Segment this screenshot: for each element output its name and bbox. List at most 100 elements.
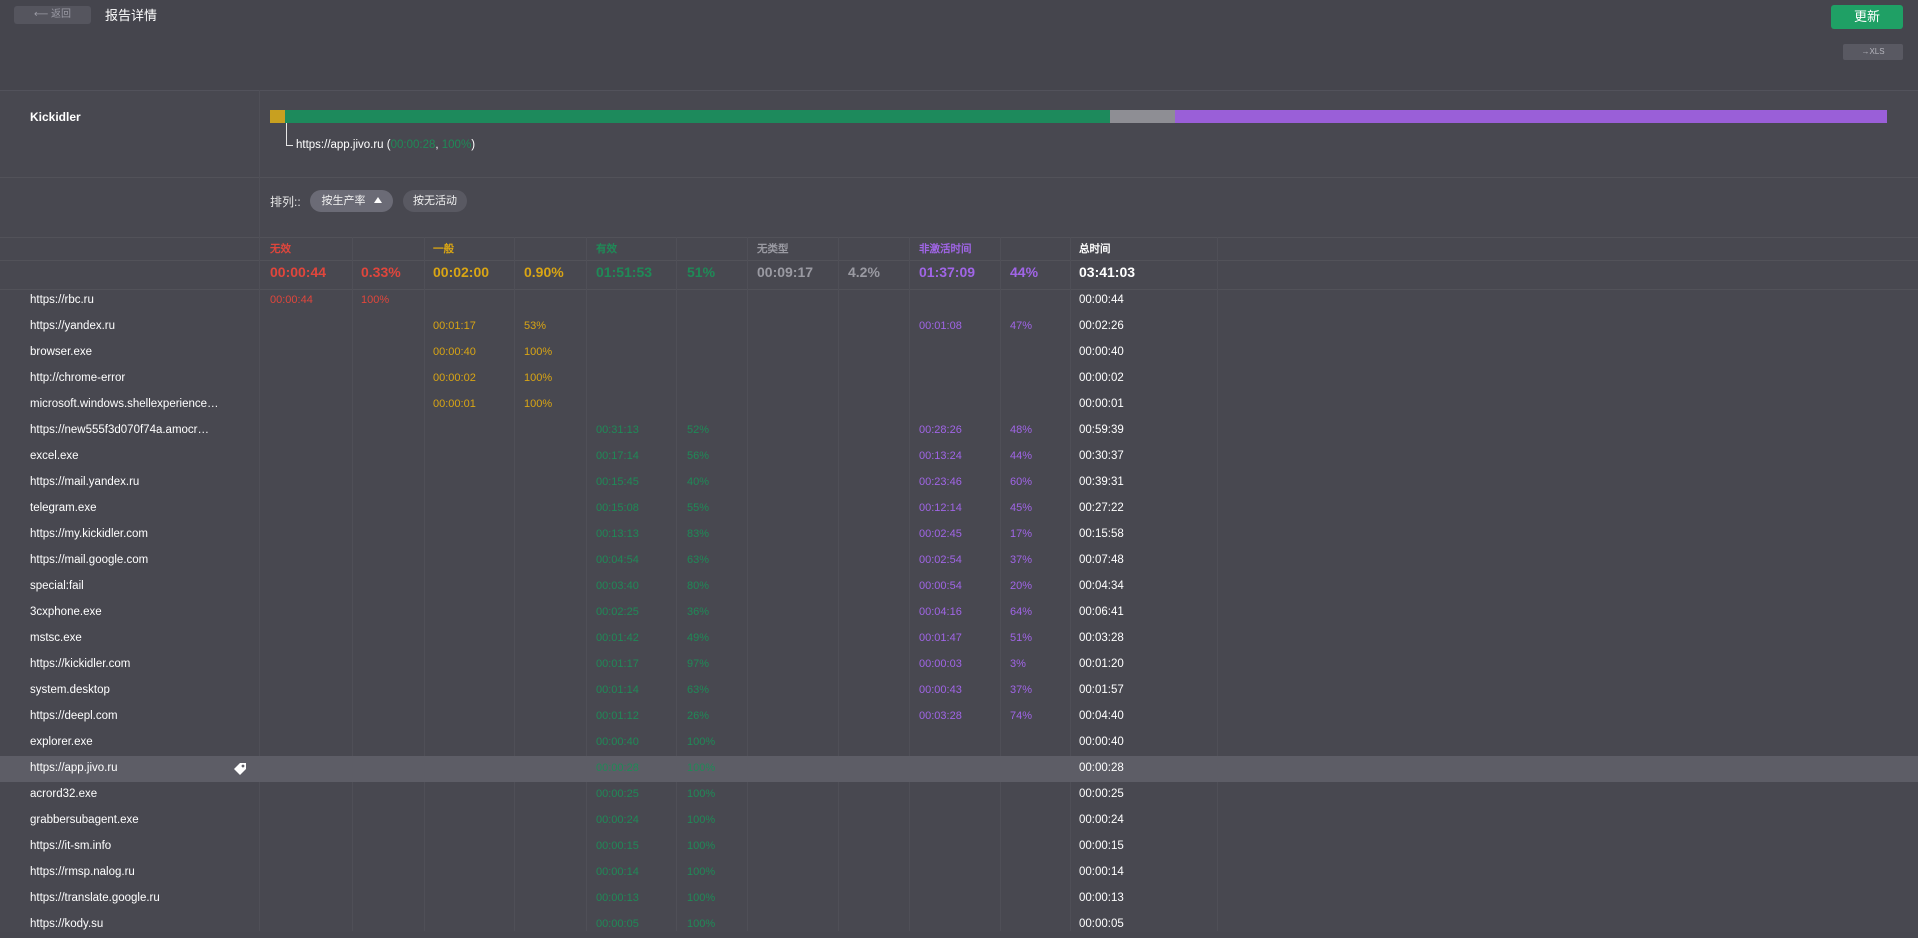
inactive-percent-cell: 37% [1010,554,1033,566]
table-row[interactable]: special:fail 00:03:40 80% 00:00:54 20% 00:04:… [0,574,1918,600]
export-xls-button[interactable]: →XLS [1843,44,1903,60]
productive-time-cell: 00:00:28 [596,762,639,774]
app-name: https://rbc.ru [30,294,94,306]
table-row[interactable]: https://translate.google.ru 00:00:13 100% 0… [0,886,1918,912]
productive-percent-cell: 100% [687,840,716,852]
column-header-unproductive[interactable]: 无效 [270,241,291,256]
inactive-time-cell: 00:28:26 [919,424,962,436]
app-name: mstsc.exe [30,632,82,644]
table-row[interactable]: http://chrome-error 00:00:02 100% 00:00:02 [0,366,1918,392]
total-time-cell: 00:01:57 [1079,684,1124,696]
neutral-time-cell: 00:00:02 [433,372,476,384]
app-name: https://new555f3d070f74a.amocr… [30,424,210,436]
productive-time-cell: 00:00:05 [596,918,639,930]
table-row[interactable]: https://it-sm.info 00:00:15 100% 00:00:15 [0,834,1918,860]
table-row[interactable]: explorer.exe 00:00:40 100% 00:00:40 [0,730,1918,756]
inactive-percent-cell: 37% [1010,684,1033,696]
inactive-percent-cell: 48% [1010,424,1033,436]
productive-time-cell: 00:15:45 [596,476,639,488]
table-row[interactable]: browser.exe 00:00:40 100% 00:00:40 [0,340,1918,366]
table-row[interactable]: https://rmsp.nalog.ru 00:00:14 100% 00:00:1… [0,860,1918,886]
inactive-time-cell: 00:00:54 [919,580,962,592]
table-row[interactable]: mstsc.exe 00:01:42 49% 00:01:47 51% 00:03:28 [0,626,1918,652]
table-row[interactable]: microsoft.windows.shellexperience… 00:00:… [0,392,1918,418]
timeline-caption-pct: 100% [441,139,472,151]
timeline-segment-inactive[interactable] [1174,110,1887,123]
timeline-caption-site: https://app.jivo.ru ( [296,139,391,151]
column-header-uncategorized[interactable]: 无类型 [757,241,789,256]
table-row[interactable]: system.desktop 00:01:14 63% 00:00:43 37% 00:0… [0,678,1918,704]
column-header-inactive[interactable]: 非激活时间 [919,241,972,256]
divider [0,237,1918,238]
table-row[interactable]: grabbersubagent.exe 00:00:24 100% 00:00:24 [0,808,1918,834]
sort-by-inactivity-button[interactable]: 按无活动 [403,190,467,212]
total-time-cell: 00:06:41 [1079,606,1124,618]
productive-percent-cell: 100% [687,892,716,904]
inactive-percent-cell: 51% [1010,632,1033,644]
table-row[interactable]: acrord32.exe 00:00:25 100% 00:00:25 [0,782,1918,808]
inactive-time-cell: 00:13:24 [919,450,962,462]
table-row[interactable]: https://deepl.com 00:01:12 26% 00:03:28 74% 0… [0,704,1918,730]
activity-timeline[interactable] [270,110,1887,123]
neutral-percent-cell: 100% [524,346,553,358]
inactive-percent-cell: 44% [1010,450,1033,462]
productive-time-cell: 00:02:25 [596,606,639,618]
productive-time-cell: 00:13:13 [596,528,639,540]
timeline-segment-unproductive[interactable] [270,110,286,123]
table-row[interactable]: https://yandex.ru 00:01:17 53% 00:01:08 47% 0… [0,314,1918,340]
inactive-percent-cell: 17% [1010,528,1033,540]
app-name: https://kody.su [30,918,104,930]
timeline-caption-time: 00:00:28 [390,139,436,151]
table-row[interactable]: https://kickidler.com 00:01:17 97% 00:00:03… [0,652,1918,678]
inactive-time-cell: 00:03:28 [919,710,962,722]
app-name: https://translate.google.ru [30,892,160,904]
table-row[interactable]: https://app.jivo.ru 00:00:28 100% 00:00:28 [0,756,1918,782]
unproductive-percent-cell: 100% [361,294,390,306]
app-name: https://app.jivo.ru [30,762,118,774]
total-time-cell: 00:04:34 [1079,580,1124,592]
total-time-cell: 00:00:02 [1079,372,1124,384]
tag-icon[interactable] [233,762,247,776]
productive-time-cell: 00:01:12 [596,710,639,722]
productive-percent-cell: 52% [687,424,710,436]
app-name: https://mail.yandex.ru [30,476,140,488]
total-time-cell: 00:02:26 [1079,320,1124,332]
total-time-cell: 00:07:48 [1079,554,1124,566]
refresh-button[interactable]: 更新 [1831,5,1903,29]
timeline-segment-productive[interactable] [285,110,1110,123]
productive-time-cell: 00:00:24 [596,814,639,826]
table-row[interactable]: https://new555f3d070f74a.amocr… 00:31:13 5… [0,418,1918,444]
app-name: https://rmsp.nalog.ru [30,866,135,878]
sort-by-productivity-button[interactable]: 按生产率 [310,190,393,212]
app-name: https://kickidler.com [30,658,131,670]
table-row[interactable]: excel.exe 00:17:14 56% 00:13:24 44% 00:30:37 [0,444,1918,470]
total-time-cell: 00:27:22 [1079,502,1124,514]
table-row[interactable]: https://my.kickidler.com 00:13:13 83% 00:02… [0,522,1918,548]
total-inactive-time: 01:37:09 [919,264,976,280]
app-name: 3cxphone.exe [30,606,102,618]
productive-percent-cell: 55% [687,502,710,514]
column-header-neutral[interactable]: 一般 [433,241,454,256]
app-name: explorer.exe [30,736,93,748]
timeline-segment-uncategorized[interactable] [1109,110,1175,123]
inactive-time-cell: 00:12:14 [919,502,962,514]
table-row[interactable]: https://rbc.ru 00:00:44 100% 00:00:44 [0,288,1918,314]
table-row[interactable]: https://kody.su 00:00:05 100% 00:00:05 [0,912,1918,938]
table-row[interactable]: https://mail.google.com 00:04:54 63% 00:02:… [0,548,1918,574]
page-title: 报告详情 [105,8,158,23]
total-time-cell: 00:00:13 [1079,892,1124,904]
back-button[interactable]: ⟵ 返回 [14,6,91,24]
total-unproductive-time: 00:00:44 [270,264,327,280]
table-row[interactable]: telegram.exe 00:15:08 55% 00:12:14 45% 00:27:… [0,496,1918,522]
table-row[interactable]: 3cxphone.exe 00:02:25 36% 00:04:16 64% 00:06:… [0,600,1918,626]
total-time-cell: 00:00:24 [1079,814,1124,826]
total-unproductive-percent: 0.33% [361,264,401,280]
app-name: telegram.exe [30,502,97,514]
table-row[interactable]: https://mail.yandex.ru 00:15:45 40% 00:23:4… [0,470,1918,496]
inactive-percent-cell: 45% [1010,502,1033,514]
productive-percent-cell: 100% [687,762,716,774]
column-header-productive[interactable]: 有效 [596,241,617,256]
inactive-percent-cell: 64% [1010,606,1033,618]
total-time-cell: 00:59:39 [1079,424,1124,436]
column-header-total[interactable]: 总时间 [1079,241,1111,256]
